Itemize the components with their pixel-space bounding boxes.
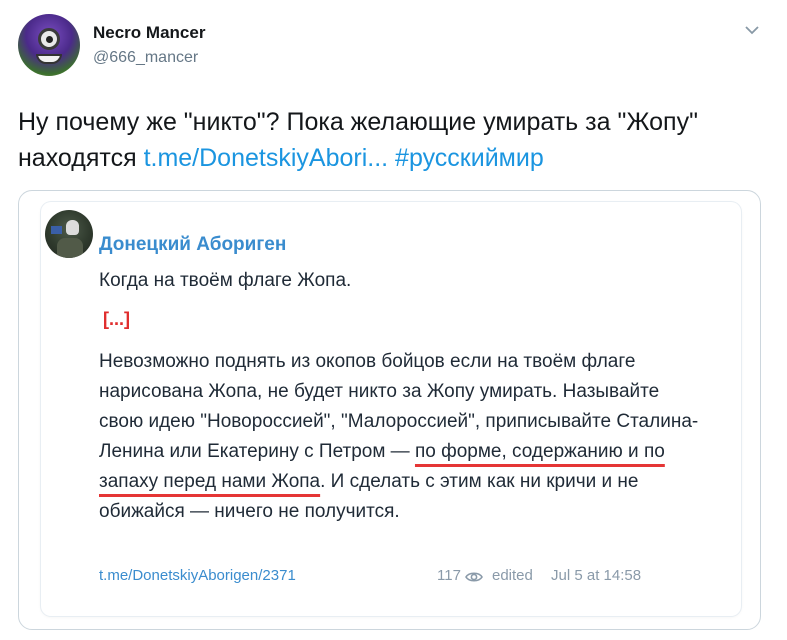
post-first-line: Когда на твоём флаге Жопа.	[99, 270, 352, 291]
channel-name[interactable]: Донецкий Абориген	[99, 234, 286, 256]
username[interactable]: @666_mancer	[93, 49, 198, 67]
post-footer: t.me/DonetskiyAborigen/2371 117 edited J…	[99, 567, 704, 591]
chevron-down-icon[interactable]	[742, 20, 762, 40]
edited-label: edited	[492, 567, 533, 584]
avatar-mouth	[36, 54, 62, 64]
view-count: 117	[437, 567, 461, 584]
display-name[interactable]: Necro Mancer	[93, 23, 205, 43]
avatar-eye	[38, 28, 60, 50]
tweet-hashtag[interactable]: #русскиймир	[395, 144, 544, 172]
embedded-card[interactable]: Донецкий Абориген Когда на твоём флаге Ж…	[18, 190, 761, 630]
avatar-figure	[57, 238, 83, 258]
post-body: Невозможно поднять из окопов бойцов если…	[99, 347, 699, 527]
tweet-text: Ну почему же "никто"? Пока желающие умир…	[18, 104, 770, 176]
eye-icon	[465, 572, 483, 582]
tweet-link[interactable]: t.me/DonetskiyAbori...	[144, 144, 389, 172]
post-date: Jul 5 at 14:58	[551, 567, 642, 584]
user-avatar[interactable]	[18, 14, 80, 76]
channel-avatar[interactable]	[45, 210, 93, 258]
avatar-flag	[51, 226, 62, 234]
post-ellipsis: [...]	[103, 309, 130, 329]
post-link[interactable]: t.me/DonetskiyAborigen/2371	[99, 567, 296, 584]
avatar-skull	[66, 220, 79, 235]
tweet-header: Necro Mancer @666_mancer	[18, 14, 768, 78]
